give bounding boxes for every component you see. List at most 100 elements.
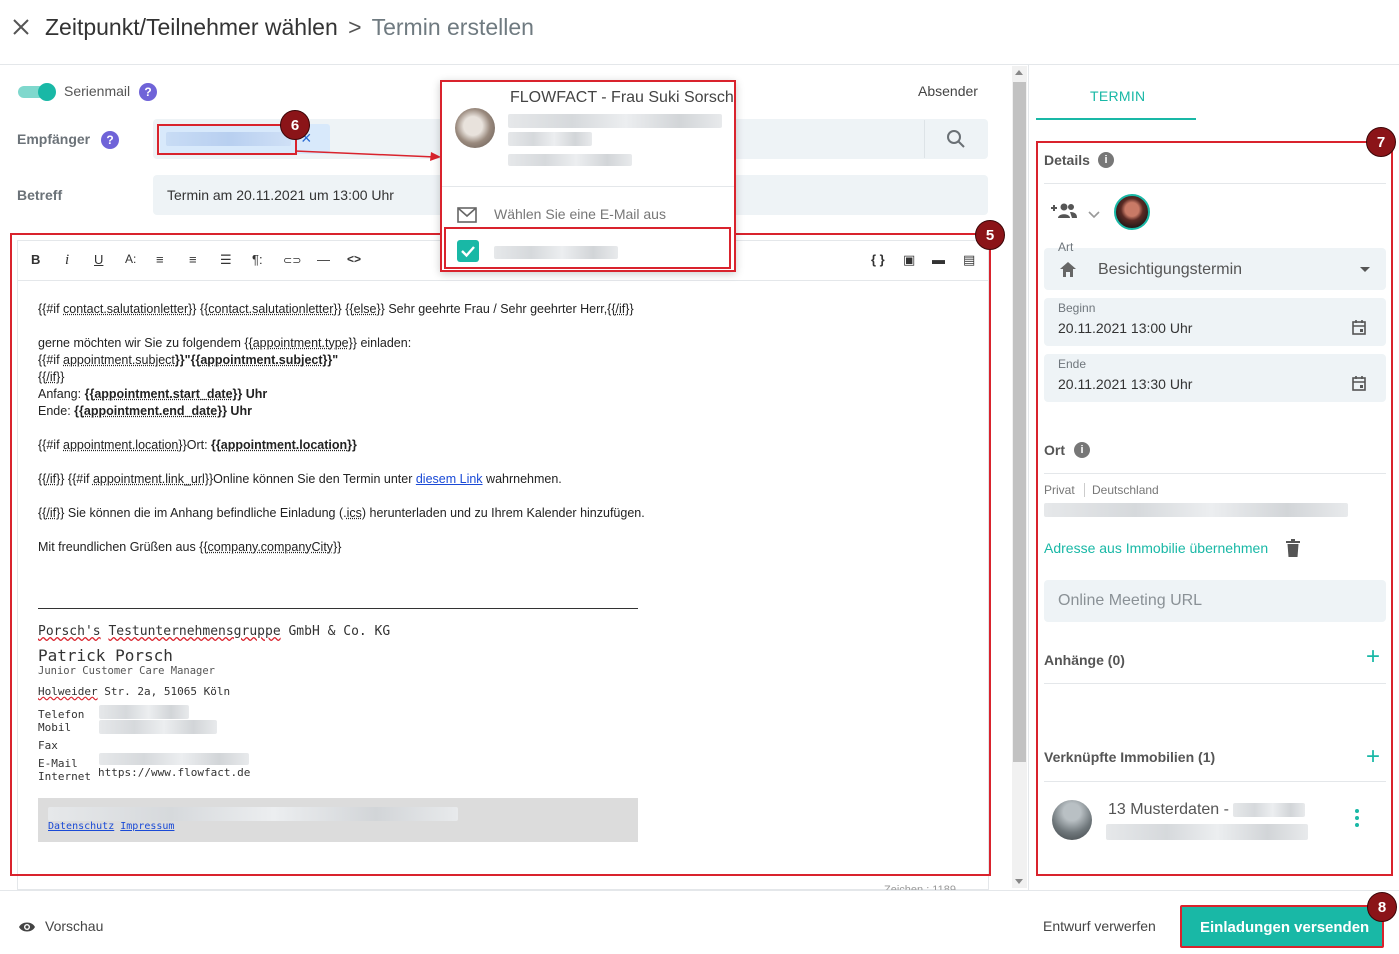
mobile-redacted bbox=[99, 720, 217, 734]
mail-line: Mit freundlichen Grüßen aus {{company.co… bbox=[38, 540, 342, 554]
art-select[interactable]: Art Besichtigungstermin bbox=[1044, 240, 1386, 290]
address-type-privat: Privat bbox=[1044, 483, 1075, 497]
entwurf-verwerfen-button[interactable]: Entwurf verwerfen bbox=[1043, 918, 1156, 934]
calendar-icon[interactable] bbox=[1352, 376, 1366, 391]
contact-address-redacted bbox=[508, 114, 722, 128]
eye-icon[interactable] bbox=[18, 920, 36, 932]
verknuepfte-heading: Verknüpfte Immobilien (1) bbox=[1044, 749, 1216, 765]
annotation-badge-5: 5 bbox=[975, 220, 1005, 250]
meeting-url-input[interactable]: Online Meeting URL bbox=[1044, 580, 1386, 622]
choose-email-label: Wählen Sie eine E-Mail aus bbox=[494, 206, 666, 222]
serienmail-label: Serienmail bbox=[64, 83, 131, 99]
paragraph-button[interactable]: ¶: bbox=[252, 252, 263, 267]
participant-avatar[interactable] bbox=[1114, 194, 1150, 230]
ende-field[interactable]: Ende 20.11.2021 13:30 Uhr bbox=[1044, 354, 1386, 402]
annotation-badge-7: 7 bbox=[1366, 127, 1396, 157]
datenschutz-link[interactable]: Datenschutz bbox=[48, 821, 114, 832]
signature-button[interactable]: ▬ bbox=[932, 252, 945, 267]
align-left-button[interactable]: ≡ bbox=[156, 252, 164, 267]
horizontal-rule-button[interactable]: — bbox=[317, 252, 330, 267]
calendar-icon[interactable] bbox=[1352, 320, 1366, 335]
add-participant-icon[interactable] bbox=[1050, 202, 1078, 220]
mail-line: Anfang: {{appointment.start_date}} Uhr bbox=[38, 387, 268, 401]
signature-divider bbox=[38, 608, 638, 609]
property-address-redacted bbox=[1106, 824, 1308, 840]
beginn-value: 20.11.2021 13:00 Uhr bbox=[1058, 320, 1193, 336]
impressum-link[interactable]: Impressum bbox=[120, 821, 174, 832]
annotation-badge-6: 6 bbox=[280, 110, 310, 140]
address-country: Deutschland bbox=[1092, 483, 1159, 497]
email-option-redacted bbox=[494, 246, 618, 259]
trash-icon[interactable] bbox=[1286, 539, 1300, 557]
mail-line: Ende: {{appointment.end_date}} Uhr bbox=[38, 404, 252, 418]
tab-termin[interactable]: TERMIN bbox=[1090, 88, 1145, 104]
einladungen-versenden-label: Einladungen versenden bbox=[1200, 919, 1370, 936]
breadcrumb-separator: > bbox=[348, 14, 362, 40]
scrollbar-track[interactable] bbox=[1012, 66, 1027, 888]
bold-button[interactable]: B bbox=[31, 252, 40, 267]
einladungen-versenden-button[interactable]: Einladungen versenden bbox=[1180, 905, 1384, 948]
beginn-label: Beginn bbox=[1058, 301, 1096, 315]
chevron-down-icon[interactable] bbox=[1088, 206, 1100, 219]
breadcrumb-step-1[interactable]: Zeitpunkt/Teilnehmer wählen bbox=[45, 14, 338, 40]
footer-text-redacted bbox=[48, 807, 458, 821]
variables-button[interactable]: { } bbox=[871, 252, 885, 267]
template-button[interactable]: ▣ bbox=[903, 252, 915, 268]
scrollbar-thumb[interactable] bbox=[1013, 82, 1026, 762]
signature-name: Patrick Porsch bbox=[38, 646, 173, 665]
adresse-uebernehmen-link[interactable]: Adresse aus Immobilie übernehmen bbox=[1044, 540, 1268, 556]
search-icon[interactable] bbox=[946, 129, 966, 149]
link-text[interactable]: diesem Link bbox=[416, 472, 483, 486]
breadcrumb-step-2: Termin erstellen bbox=[371, 14, 534, 40]
align-center-button[interactable]: ≡ bbox=[189, 252, 197, 267]
list-button[interactable]: ☰ bbox=[220, 252, 232, 268]
tab-indicator bbox=[1036, 118, 1196, 120]
meeting-url-placeholder: Online Meeting URL bbox=[1058, 592, 1203, 609]
ende-value: 20.11.2021 13:30 Uhr bbox=[1058, 376, 1193, 392]
link-button[interactable]: ⊂⊃ bbox=[283, 254, 301, 267]
code-button[interactable]: <> bbox=[347, 252, 361, 266]
info-icon[interactable]: i bbox=[1074, 442, 1090, 458]
home-icon bbox=[1060, 262, 1076, 277]
breadcrumb: Zeitpunkt/Teilnehmer wählen > Termin ers… bbox=[45, 14, 534, 41]
mail-body[interactable]: {{#if contact.salutationletter}} {{conta… bbox=[38, 301, 968, 556]
add-property-button[interactable]: + bbox=[1366, 745, 1380, 769]
add-attachment-button[interactable]: + bbox=[1366, 645, 1380, 669]
beginn-field[interactable]: Beginn 20.11.2021 13:00 Uhr bbox=[1044, 298, 1386, 346]
vorschau-button[interactable]: Vorschau bbox=[45, 918, 103, 934]
email-option[interactable] bbox=[444, 227, 731, 269]
absender-label[interactable]: Absender bbox=[918, 83, 978, 99]
contact-avatar bbox=[455, 108, 495, 148]
anhaenge-heading: Anhänge (0) bbox=[1044, 652, 1125, 668]
signature-contact-labels: Telefon Mobil Fax E-Mail Internet bbox=[38, 708, 91, 783]
annotation-box-6 bbox=[157, 124, 297, 155]
mail-line: {{#if appointment.location}}Ort: {{appoi… bbox=[38, 438, 357, 452]
text-block-button[interactable]: ▤ bbox=[963, 252, 975, 268]
italic-button[interactable]: i bbox=[65, 252, 69, 269]
address-redacted bbox=[1044, 503, 1348, 517]
betreff-value: Termin am 20.11.2021 um 13:00 Uhr bbox=[167, 187, 394, 203]
contact-name[interactable]: FLOWFACT - Frau Suki Sorsch bbox=[510, 89, 734, 107]
art-value: Besichtigungstermin bbox=[1098, 261, 1243, 278]
serienmail-toggle[interactable] bbox=[18, 83, 56, 101]
signature-address: Holweider Str. 2a, 51065 Köln bbox=[38, 685, 231, 698]
checkbox-checked-icon[interactable] bbox=[457, 240, 479, 262]
property-title-redacted bbox=[1233, 803, 1305, 817]
close-icon[interactable] bbox=[12, 18, 30, 36]
dropdown-arrow-icon[interactable] bbox=[1360, 267, 1370, 272]
underline-button[interactable]: U bbox=[94, 252, 103, 267]
info-icon[interactable]: i bbox=[1098, 152, 1114, 168]
ort-heading: Ort bbox=[1044, 442, 1065, 458]
annotation-arrow bbox=[294, 148, 445, 162]
signature-internet-value[interactable]: https://www.flowfact.de bbox=[98, 766, 250, 779]
mail-line: {{/if}} Sie können die im Anhang befindl… bbox=[38, 506, 645, 520]
help-icon[interactable]: ? bbox=[101, 131, 119, 149]
mail-line: {{#if appointment.subject}}"{{appointmen… bbox=[38, 353, 339, 367]
mail-line: {{/if}} {{#if appointment.link_url}}Onli… bbox=[38, 472, 562, 486]
font-size-button[interactable]: A: bbox=[125, 252, 136, 266]
email-redacted bbox=[99, 753, 249, 765]
contact-address-redacted bbox=[508, 154, 632, 166]
help-icon[interactable]: ? bbox=[139, 83, 157, 101]
more-options-icon[interactable] bbox=[1355, 809, 1359, 827]
property-title[interactable]: 13 Musterdaten - bbox=[1108, 801, 1229, 819]
